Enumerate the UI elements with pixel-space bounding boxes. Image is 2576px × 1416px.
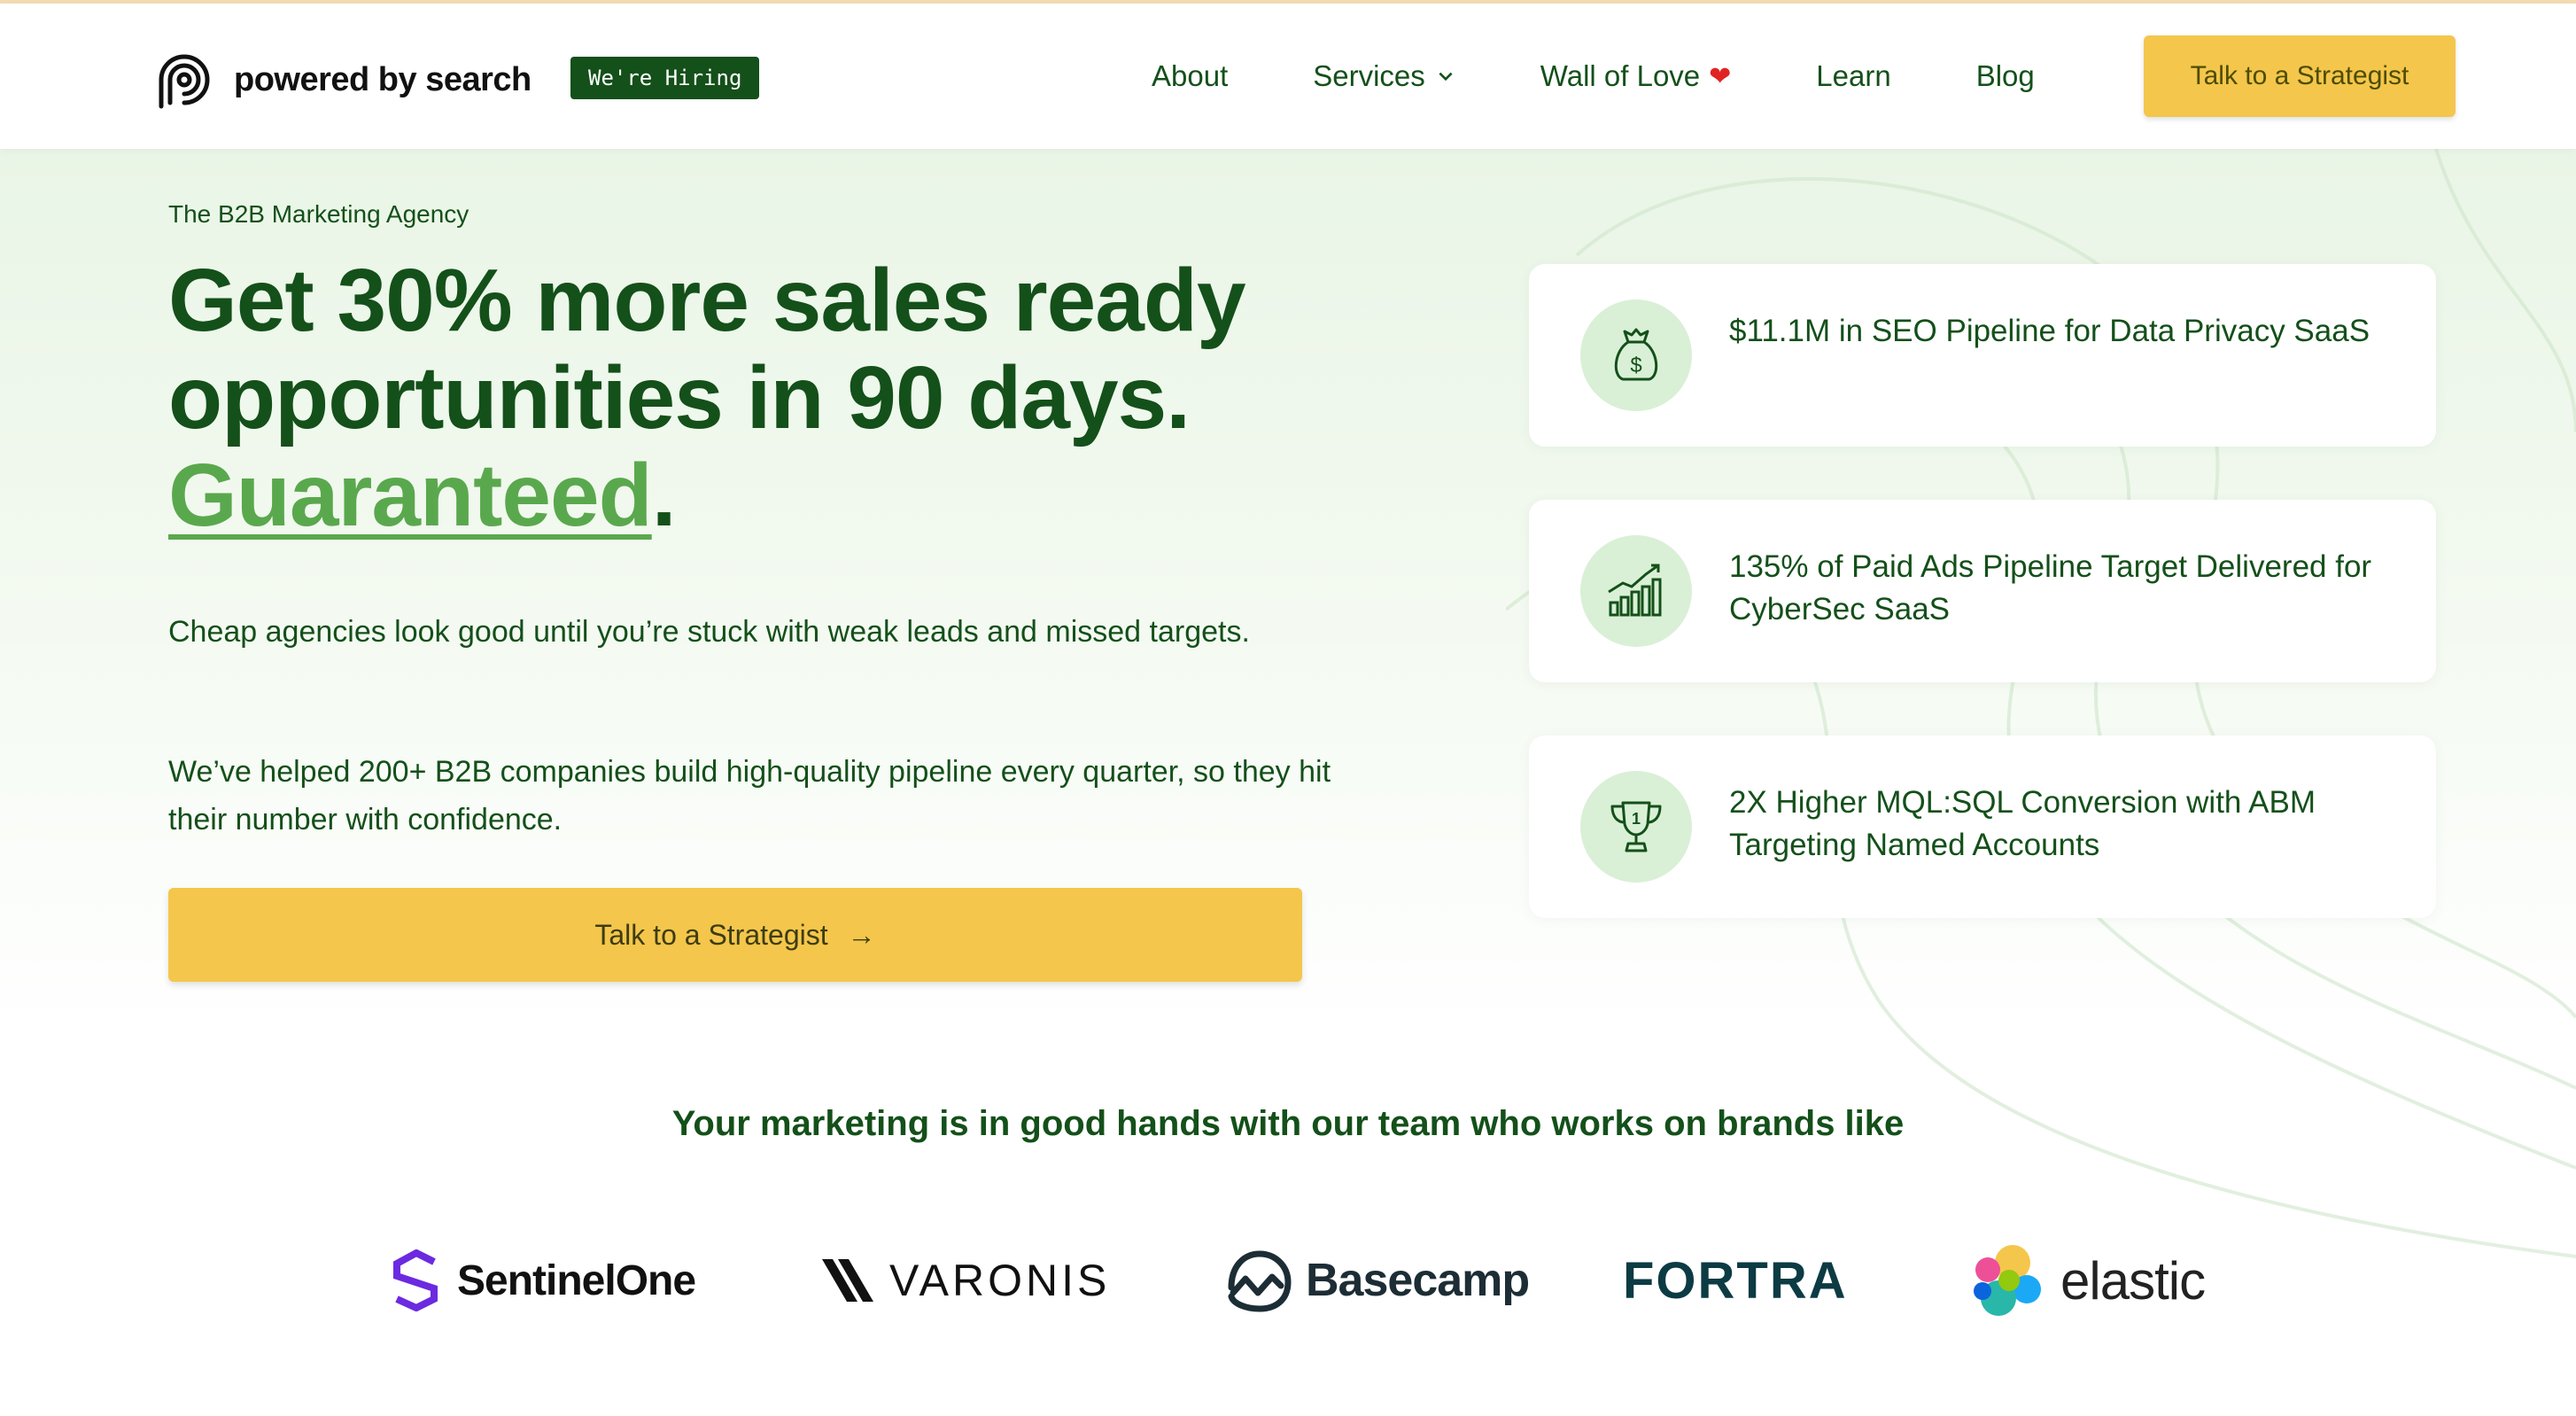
brand-logo-elastic: elastic	[1968, 1241, 2206, 1320]
brand-name: elastic	[2060, 1250, 2206, 1311]
money-bag-icon: $	[1580, 300, 1692, 411]
brand-name: SentinelOne	[457, 1257, 696, 1304]
nav-about[interactable]: About	[1152, 59, 1228, 93]
brand-name: FORTRA	[1623, 1251, 1848, 1310]
growth-chart-icon	[1608, 564, 1662, 617]
sentinelone-mark-icon	[393, 1249, 438, 1311]
main-nav: About Services Wall of Love ❤ Learn Blog	[1152, 4, 2035, 149]
basecamp-mark-icon	[1228, 1250, 1292, 1312]
nav-label: Learn	[1816, 59, 1891, 92]
result-text: $11.1M in SEO Pipeline for Data Privacy …	[1729, 314, 2370, 348]
site-header: powered by search We're Hiring About Ser…	[0, 4, 2576, 149]
nav-label: About	[1152, 59, 1229, 92]
growth-chart-icon	[1580, 535, 1692, 647]
heart-icon: ❤	[1709, 61, 1732, 91]
headline-accent: Guaranteed	[168, 446, 653, 545]
svg-text:$: $	[1630, 354, 1641, 377]
elastic-mark-icon	[1974, 1245, 2041, 1316]
money-bag-icon: $	[1614, 328, 1658, 381]
header-talk-to-strategist-button[interactable]: Talk to a Strategist	[2144, 35, 2456, 117]
nav-label: Blog	[1975, 59, 2035, 92]
trophy-icon: 1	[1580, 771, 1692, 883]
result-text: 135% of Paid Ads Pipeline Target Deliver…	[1729, 549, 2372, 626]
headline-period: .	[651, 446, 677, 545]
logo-text: powered by search	[234, 60, 531, 98]
result-card: 1 2X Higher MQL:SQL Conversion with ABM …	[1529, 735, 2436, 918]
arrow-right-icon: →	[847, 918, 876, 951]
nav-services[interactable]: Services	[1313, 59, 1455, 93]
fingerprint-logo-icon	[159, 54, 210, 109]
hero-headline: Get 30% more sales ready opportunities i…	[168, 252, 1408, 544]
nav-blog[interactable]: Blog	[1976, 59, 2035, 93]
hero-eyebrow: The B2B Marketing Agency	[168, 200, 469, 228]
hero-paragraph-1: Cheap agencies look good until you’re st…	[168, 615, 1250, 649]
brand-name: Basecamp	[1306, 1255, 1530, 1306]
varonis-mark-icon	[822, 1259, 873, 1302]
brands-title: Your marketing is in good hands with our…	[671, 1104, 1905, 1143]
result-text: 2X Higher MQL:SQL Conversion with ABM Ta…	[1729, 785, 2316, 862]
trophy-icon: 1	[1610, 801, 1662, 852]
brand-logo-sentinelone: SentinelOne	[390, 1241, 696, 1320]
brand-logo-fortra: FORTRA	[1623, 1241, 1848, 1320]
brand-name: VARONIS	[889, 1256, 1111, 1305]
chevron-down-icon	[1439, 72, 1453, 82]
page-content: The B2B Marketing Agency Get 30% more sa…	[0, 0, 2576, 1416]
headline-line-2: opportunities in 90 days.	[168, 348, 1191, 447]
result-card: 135% of Paid Ads Pipeline Target Deliver…	[1529, 500, 2436, 682]
nav-label: Services	[1313, 59, 1425, 92]
nav-label: Wall of Love	[1540, 59, 1701, 92]
result-card: $ $11.1M in SEO Pipeline for Data Privac…	[1529, 264, 2436, 447]
cta-label: Talk to a Strategist	[594, 918, 828, 951]
brand-logo-basecamp: Basecamp	[1222, 1241, 1530, 1320]
svg-text:1: 1	[1632, 810, 1641, 828]
brand-logo-varonis: VARONIS	[822, 1241, 1110, 1320]
nav-learn[interactable]: Learn	[1816, 59, 1890, 93]
site-logo[interactable]: powered by search	[149, 44, 531, 115]
nav-wall-of-love[interactable]: Wall of Love ❤	[1540, 59, 1732, 93]
hero-paragraph-2: We’ve helped 200+ B2B companies build hi…	[168, 755, 1331, 836]
hiring-badge[interactable]: We're Hiring	[570, 57, 760, 99]
hero-talk-to-strategist-button[interactable]: Talk to a Strategist →	[168, 888, 1302, 982]
headline-line-1: Get 30% more sales ready	[168, 251, 1246, 350]
